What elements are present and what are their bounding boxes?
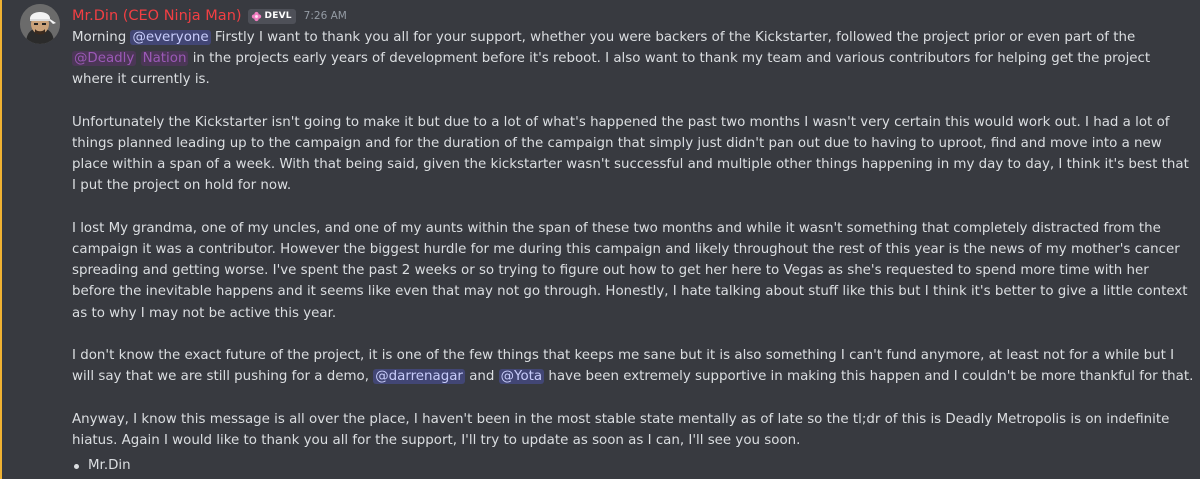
mention-yota[interactable]: @Yota bbox=[498, 369, 545, 385]
timestamp[interactable]: 7:26 AM bbox=[304, 10, 347, 22]
mention-darrenagar[interactable]: @darrenagar bbox=[373, 369, 465, 385]
pink-flower-icon bbox=[251, 11, 261, 21]
paragraph-1-text-c: in the projects early years of developme… bbox=[72, 51, 1151, 88]
paragraph-1-text-b: Firstly I want to thank you all for your… bbox=[210, 30, 1136, 45]
paragraph-4-text-b: and bbox=[464, 369, 499, 385]
guild-tag[interactable]: DEVL bbox=[247, 8, 296, 24]
mention-everyone[interactable]: @everyone bbox=[130, 30, 211, 45]
paragraph-3: I lost My grandma, one of my uncles, and… bbox=[72, 220, 1188, 321]
paragraph-1: Morning @everyone Firstly I want to than… bbox=[72, 27, 1194, 91]
message-header: Mr.Din (CEO Ninja Man) DEVL 7:26 AM bbox=[72, 6, 347, 26]
ninja-avatar-icon bbox=[20, 4, 60, 44]
mention-deadly-nation-part-1[interactable]: @Deadly bbox=[72, 51, 137, 67]
signature-list-item: Mr.Din bbox=[74, 455, 1194, 476]
avatar[interactable] bbox=[20, 4, 60, 44]
message-content: Morning @everyone Firstly I want to than… bbox=[72, 27, 1194, 476]
paragraph-4: I don't know the exact future of the pro… bbox=[72, 345, 1194, 387]
paragraph-2: Unfortunately the Kickstarter isn't goin… bbox=[72, 114, 1189, 194]
author-name[interactable]: Mr.Din (CEO Ninja Man) bbox=[72, 8, 242, 24]
mention-deadly-nation-part-2[interactable]: Nation bbox=[140, 51, 189, 67]
paragraph-5: Anyway, I know this message is all over … bbox=[72, 411, 1170, 448]
message-container: Mr.Din (CEO Ninja Man) DEVL 7:26 AM Morn… bbox=[0, 0, 1200, 479]
paragraph-1-text-a: Morning bbox=[72, 30, 131, 45]
signature-list: Mr.Din bbox=[72, 455, 1194, 476]
guild-tag-label: DEVL bbox=[264, 11, 292, 21]
paragraph-4-text-c: have been extremely supportive in making… bbox=[544, 369, 1194, 385]
